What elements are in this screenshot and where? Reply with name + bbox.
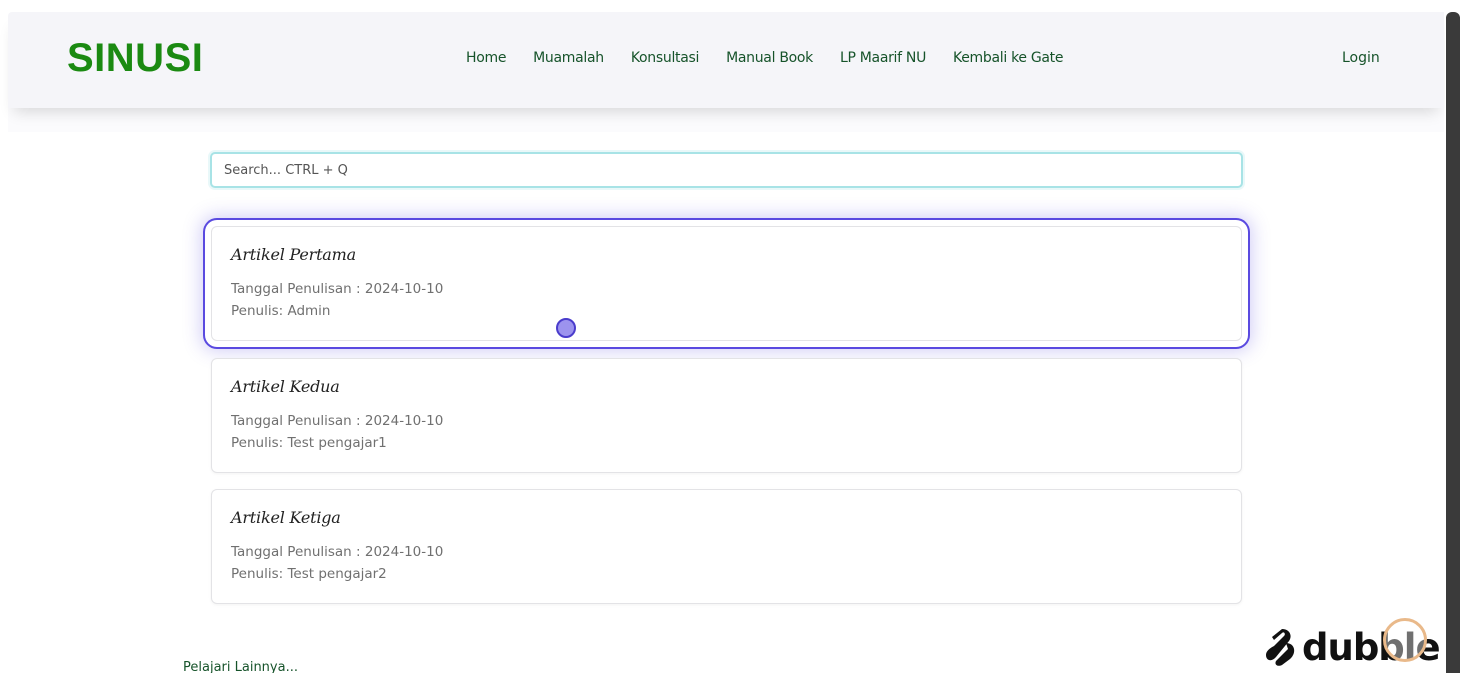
dubble-logo-icon — [1266, 629, 1295, 666]
nav-link-home[interactable]: Home — [466, 50, 506, 66]
article-card-1[interactable]: Artikel Pertama Tanggal Penulisan : 2024… — [211, 226, 1242, 341]
article-title: Artikel Pertama — [231, 245, 356, 264]
article-card-3[interactable]: Artikel Ketiga Tanggal Penulisan : 2024-… — [211, 489, 1242, 604]
article-card-2[interactable]: Artikel Kedua Tanggal Penulisan : 2024-1… — [211, 358, 1242, 473]
article-author: Penulis: Test pengajar1 — [231, 435, 387, 451]
nav-link-konsultasi[interactable]: Konsultasi — [631, 50, 700, 66]
scrollbar-thumb[interactable] — [1446, 12, 1460, 673]
article-date: Tanggal Penulisan : 2024-10-10 — [231, 544, 444, 560]
learn-more-link[interactable]: Pelajari Lainnya... — [183, 660, 298, 673]
click-indicator-cursor — [556, 318, 576, 338]
article-date: Tanggal Penulisan : 2024-10-10 — [231, 413, 444, 429]
article-date: Tanggal Penulisan : 2024-10-10 — [231, 281, 444, 297]
nav-link-manual-book[interactable]: Manual Book — [726, 50, 813, 66]
nav-links: Home Muamalah Konsultasi Manual Book LP … — [466, 50, 1063, 66]
brand-logo[interactable]: SINUSI — [67, 36, 203, 81]
nav-link-lp-maarif-nu[interactable]: LP Maarif NU — [840, 50, 926, 66]
article-author: Penulis: Admin — [231, 303, 331, 319]
top-navbar: SINUSI Home Muamalah Konsultasi Manual B… — [8, 12, 1444, 108]
navbar-underband — [8, 108, 1444, 132]
search-input[interactable] — [210, 152, 1243, 188]
article-title: Artikel Kedua — [231, 377, 340, 396]
nav-link-kembali-ke-gate[interactable]: Kembali ke Gate — [953, 50, 1063, 66]
help-button[interactable] — [1383, 618, 1427, 662]
nav-link-muamalah[interactable]: Muamalah — [533, 50, 604, 66]
article-author: Penulis: Test pengajar2 — [231, 566, 387, 582]
login-link[interactable]: Login — [1342, 50, 1380, 66]
article-title: Artikel Ketiga — [231, 508, 341, 527]
